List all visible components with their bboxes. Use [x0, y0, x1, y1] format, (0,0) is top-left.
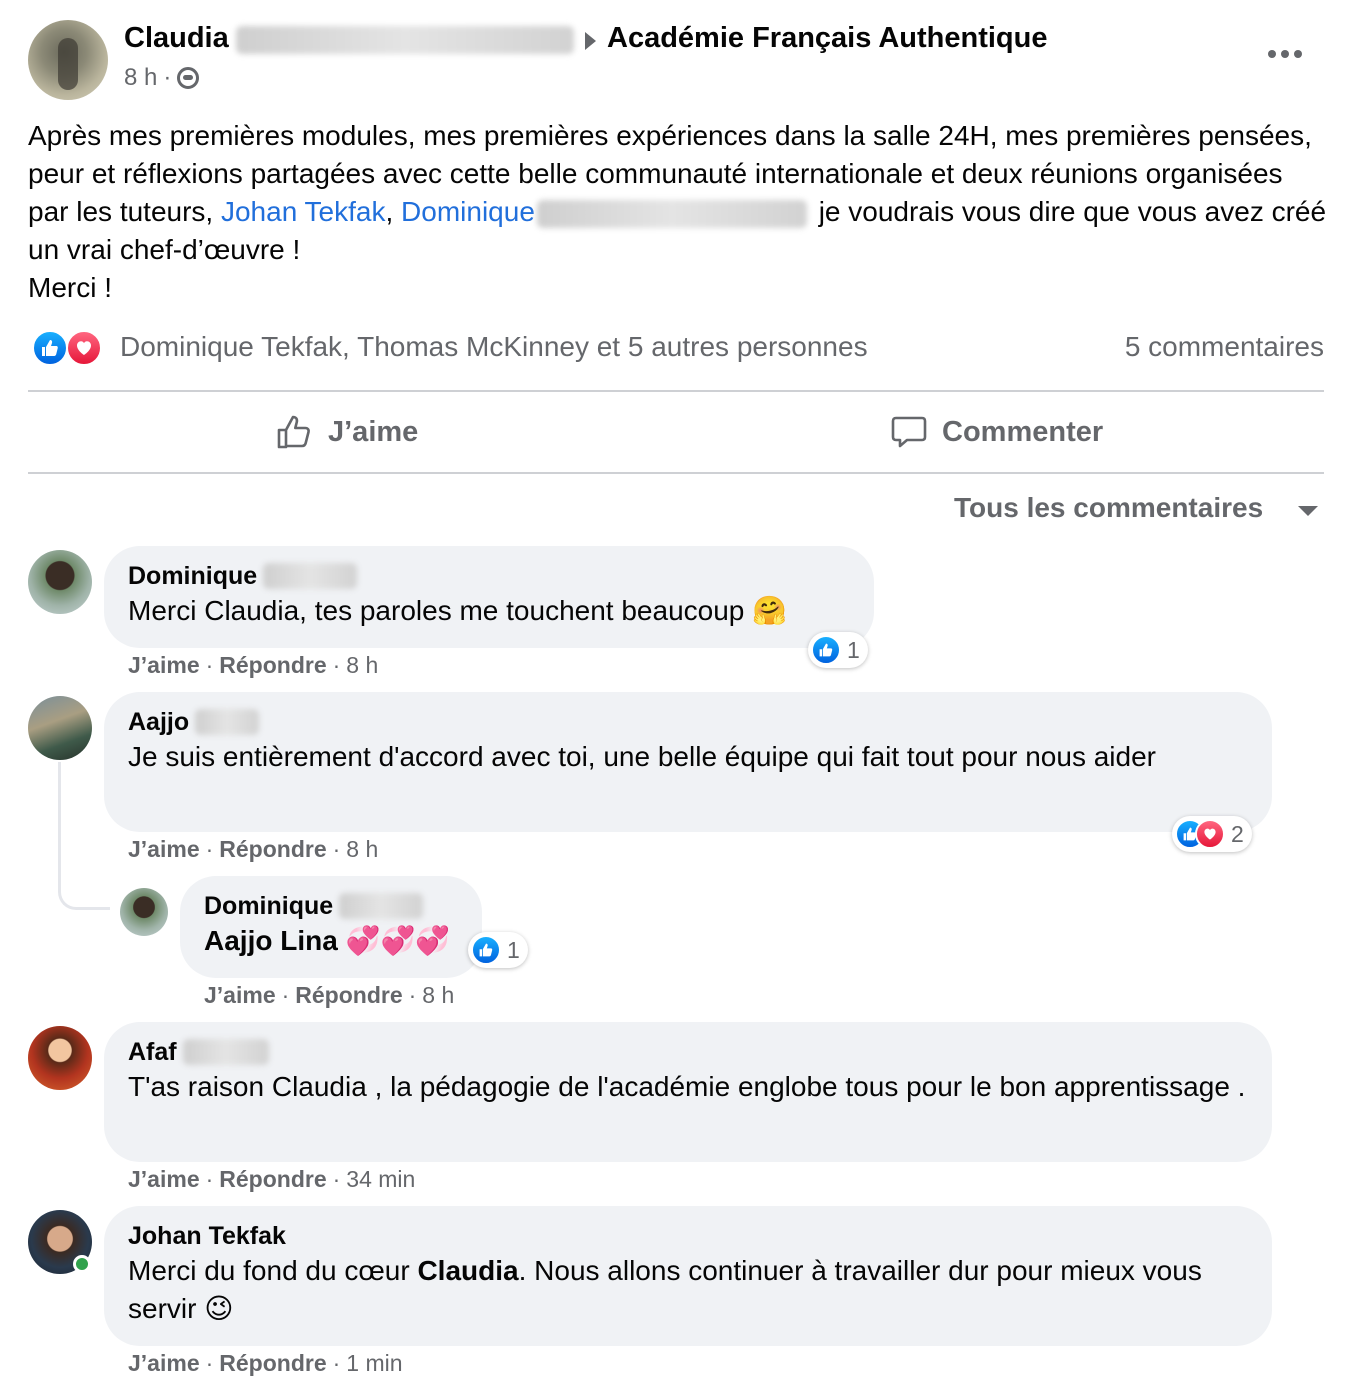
post-text-part-3: Merci !: [28, 272, 112, 303]
post-author-name[interactable]: Claudia: [124, 22, 229, 55]
comment-time[interactable]: 8 h: [346, 652, 378, 679]
comment-like-link[interactable]: J’aime: [204, 982, 276, 1009]
reply-bubble: Dominique Aajjo Lina 💞💞💞: [180, 876, 482, 978]
divider: [28, 390, 1324, 392]
meta-dot: ·: [163, 64, 172, 91]
online-status-icon: [73, 1255, 91, 1273]
mention-claudia[interactable]: Claudia: [417, 1255, 518, 1286]
chevron-down-icon[interactable]: [1298, 506, 1318, 516]
hugging-face-emoji: 🤗: [752, 594, 788, 627]
comment-like-link[interactable]: J’aime: [128, 1350, 200, 1377]
commenter-avatar[interactable]: [28, 1026, 92, 1090]
like-reaction-icon: [811, 635, 841, 665]
reaction-names[interactable]: Dominique Tekfak, Thomas McKinney et 5 a…: [120, 331, 868, 363]
like-reaction-icon: [471, 935, 501, 965]
mention-surname-redacted: [536, 199, 807, 228]
mention-dominique[interactable]: Dominique: [401, 196, 535, 227]
post-author-avatar[interactable]: [28, 20, 108, 100]
reaction-count: 1: [847, 636, 860, 663]
comments-count[interactable]: 5 commentaires: [1125, 331, 1324, 363]
comment-reply-link[interactable]: Répondre: [219, 652, 326, 679]
comment-time[interactable]: 8 h: [346, 836, 378, 863]
comment-text: Aajjo Lina 💞💞💞: [204, 922, 458, 960]
comment-reply-link[interactable]: Répondre: [219, 1166, 326, 1193]
comment-actions: J’aime · Répondre · 34 min: [128, 1166, 416, 1193]
comment-text: Merci Claudia, tes paroles me touchent b…: [128, 594, 788, 627]
commenter-avatar[interactable]: [28, 696, 92, 760]
post-body: Après mes premières modules, mes premièr…: [28, 117, 1328, 307]
caret-right-icon: [585, 32, 596, 50]
comment-text: T'as raison Claudia , la pédagogie de l'…: [128, 1071, 1246, 1102]
comment-bubble: Aajjo Je suis entièrement d'accord avec …: [104, 692, 1272, 832]
commenter-name[interactable]: Dominique: [204, 890, 458, 922]
mention-aajjo-lina[interactable]: Aajjo Lina: [204, 925, 338, 956]
comment-bubble: Johan Tekfak Merci du fond du cœur Claud…: [104, 1206, 1272, 1346]
comment-actions: J’aime · Répondre · 8 h: [128, 836, 379, 863]
commenter-avatar[interactable]: [28, 550, 92, 614]
comment-text: Je suis entièrement d'accord avec toi, u…: [128, 741, 1156, 772]
thumbs-up-icon: [277, 415, 310, 449]
like-button-label: J’aime: [328, 415, 419, 448]
comment-reactions[interactable]: 2: [1172, 816, 1252, 852]
hearts-emoji: 💞💞💞: [345, 924, 451, 957]
reaction-count: 2: [1231, 820, 1244, 847]
author-surname-redacted: [236, 26, 574, 54]
reply-thread-line: [58, 762, 110, 910]
comment-button[interactable]: Commenter: [890, 410, 1103, 454]
mention-johan-tekfak[interactable]: Johan Tekfak: [221, 196, 386, 227]
post-meta: 8 h ·: [124, 64, 200, 92]
comment-time[interactable]: 1 min: [346, 1350, 402, 1377]
commenter-avatar[interactable]: [120, 888, 168, 936]
like-reaction-icon: [32, 330, 68, 366]
comment-button-label: Commenter: [942, 415, 1104, 448]
post-time[interactable]: 8 h: [124, 64, 157, 92]
comment-like-link[interactable]: J’aime: [128, 1166, 200, 1193]
speech-bubble-icon: [891, 416, 927, 448]
winking-face-emoji: 😉: [204, 1292, 234, 1325]
comment-reply-link[interactable]: Répondre: [295, 982, 402, 1009]
reaction-icons[interactable]: [32, 330, 108, 368]
comment-filter-dropdown[interactable]: Tous les commentaires: [954, 492, 1263, 524]
post-comma: ,: [385, 196, 394, 227]
reaction-count: 1: [507, 936, 520, 963]
comment-actions: J’aime · Répondre · 8 h: [204, 982, 455, 1009]
love-reaction-icon: [1195, 819, 1225, 849]
divider: [28, 472, 1324, 474]
comment-actions: J’aime · Répondre · 1 min: [128, 1350, 403, 1377]
privacy-group-icon: [177, 67, 200, 89]
comment-reply-link[interactable]: Répondre: [219, 1350, 326, 1377]
commenter-name[interactable]: Johan Tekfak: [128, 1220, 1248, 1252]
commenter-name[interactable]: Dominique: [128, 560, 850, 592]
comment-reactions[interactable]: 1: [468, 932, 528, 968]
comment-like-link[interactable]: J’aime: [128, 652, 200, 679]
like-button[interactable]: J’aime: [276, 410, 418, 454]
comment-text: Merci du fond du cœur Claudia. Nous allo…: [128, 1255, 1202, 1325]
commenter-name[interactable]: Aajjo: [128, 706, 1248, 738]
comment-like-link[interactable]: J’aime: [128, 836, 200, 863]
love-reaction-icon: [66, 330, 102, 366]
comment-reactions[interactable]: 1: [808, 632, 868, 668]
comment-bubble: Afaf T'as raison Claudia , la pédagogie …: [104, 1022, 1272, 1162]
more-options-icon[interactable]: [1268, 50, 1302, 58]
comment-time[interactable]: 34 min: [346, 1166, 415, 1193]
comment-actions: J’aime · Répondre · 8 h: [128, 652, 379, 679]
comment-reply-link[interactable]: Répondre: [219, 836, 326, 863]
comment-bubble: Dominique Merci Claudia, tes paroles me …: [104, 546, 874, 648]
group-name-link[interactable]: Académie Français Authentique: [607, 22, 1047, 55]
comment-time[interactable]: 8 h: [422, 982, 454, 1009]
commenter-name[interactable]: Afaf: [128, 1036, 1248, 1068]
